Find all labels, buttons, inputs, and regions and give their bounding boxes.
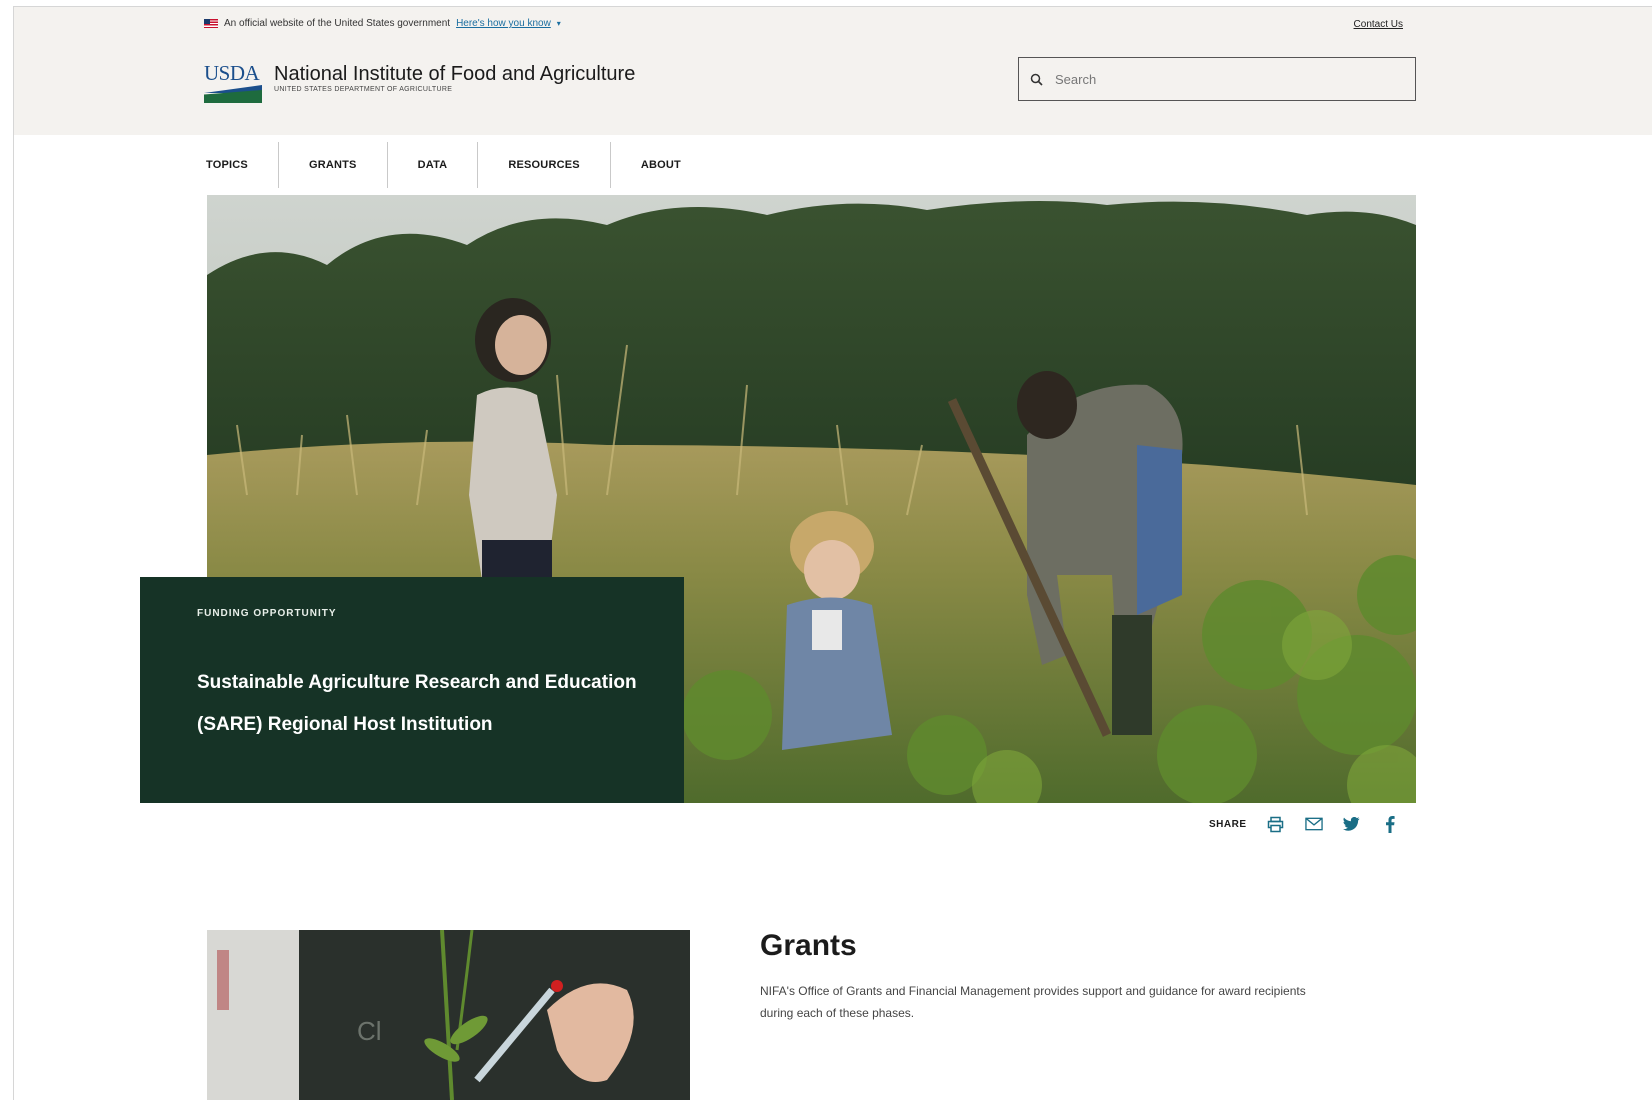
- feature-eyebrow: FUNDING OPPORTUNITY: [197, 608, 337, 619]
- official-gov-banner: An official website of the United States…: [204, 18, 561, 29]
- grants-description: NIFA's Office of Grants and Financial Ma…: [760, 984, 1306, 1020]
- nav-data[interactable]: DATA: [388, 142, 479, 188]
- usda-logo-icon: USDA: [204, 63, 262, 103]
- chevron-down-icon[interactable]: ▾: [557, 19, 561, 28]
- search-icon[interactable]: [1019, 73, 1053, 86]
- site-logo[interactable]: USDA National Institute of Food and Agri…: [204, 63, 635, 103]
- nav-about[interactable]: ABOUT: [611, 142, 711, 188]
- feature-headline[interactable]: Sustainable Agriculture Research and Edu…: [197, 662, 667, 746]
- twitter-icon[interactable]: [1343, 815, 1361, 833]
- svg-text:Cl: Cl: [357, 1016, 382, 1046]
- nav-topics[interactable]: TOPICS: [204, 142, 279, 188]
- main-nav: TOPICS GRANTS DATA RESOURCES ABOUT: [204, 140, 711, 190]
- share-label: SHARE: [1209, 818, 1247, 830]
- heres-how-you-know-link[interactable]: Here's how you know: [456, 18, 551, 29]
- contact-us-link[interactable]: Contact Us: [1354, 19, 1403, 30]
- official-website-text: An official website of the United States…: [224, 18, 451, 29]
- search-bar[interactable]: [1018, 57, 1416, 101]
- grants-heading: Grants: [760, 929, 857, 962]
- grants-image: Cl: [207, 930, 690, 1100]
- nav-grants[interactable]: GRANTS: [279, 142, 388, 188]
- facebook-icon[interactable]: [1381, 815, 1399, 833]
- feature-card[interactable]: FUNDING OPPORTUNITY Sustainable Agricult…: [140, 577, 684, 803]
- usda-logo-letters: USDA: [204, 61, 260, 85]
- agency-subtitle: UNITED STATES DEPARTMENT OF AGRICULTURE: [274, 86, 453, 93]
- agency-name: National Institute of Food and Agricultu…: [274, 63, 636, 85]
- share-bar: SHARE: [1209, 815, 1399, 833]
- email-icon[interactable]: [1304, 815, 1323, 833]
- nav-resources[interactable]: RESOURCES: [478, 142, 611, 188]
- print-icon[interactable]: [1267, 815, 1285, 833]
- site-header: An official website of the United States…: [14, 7, 1652, 135]
- search-input[interactable]: [1053, 70, 1397, 88]
- us-flag-icon: [204, 19, 218, 28]
- browser-page: An official website of the United States…: [13, 6, 1652, 1100]
